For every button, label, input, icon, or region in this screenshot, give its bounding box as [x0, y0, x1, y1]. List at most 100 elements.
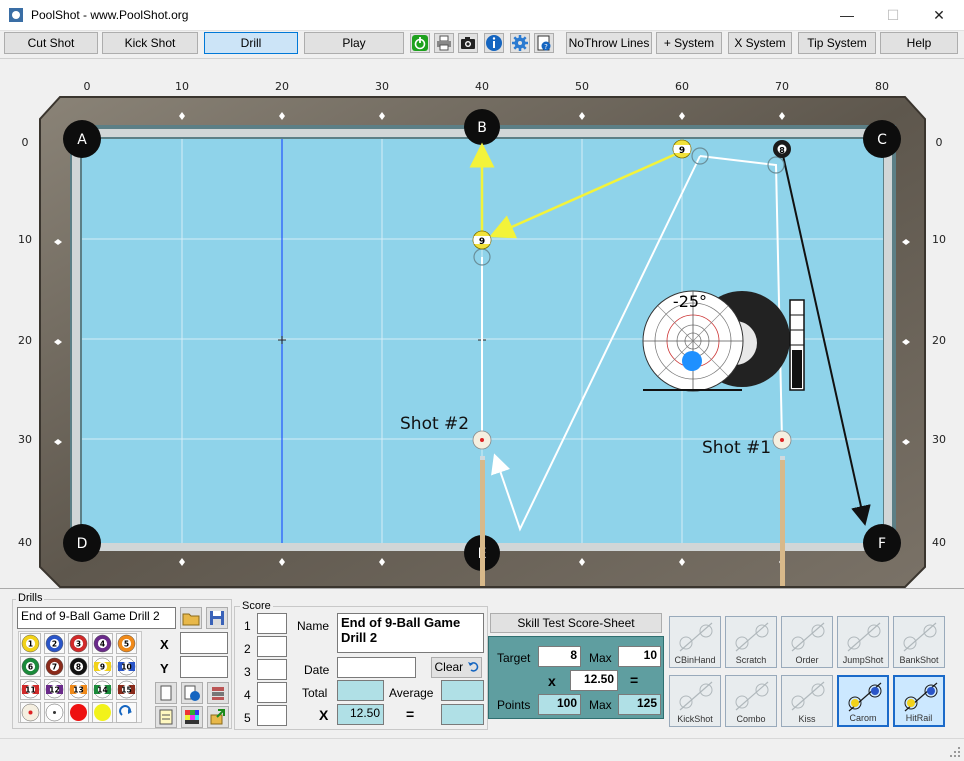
ball-7-button[interactable]: 7	[44, 656, 65, 677]
new-document-icon[interactable]	[155, 682, 177, 704]
nine-ball-top: 9	[672, 139, 692, 159]
score-row-label: 3	[244, 665, 251, 679]
ball-6-button[interactable]: 6	[20, 656, 41, 677]
date-field[interactable]	[337, 657, 416, 678]
score-row-input[interactable]	[257, 705, 287, 726]
skill-test-score-sheet-button[interactable]: Skill Test Score-Sheet	[490, 613, 662, 633]
skill-label: BankShot	[899, 655, 939, 665]
skill-carom-button[interactable]: Carom	[837, 675, 889, 727]
skill-label: JumpShot	[842, 655, 884, 665]
power-icon[interactable]	[410, 33, 430, 53]
help-document-icon[interactable]	[181, 682, 203, 704]
toolbar: Cut Shot Kick Shot Drill Play ? NoThrow …	[0, 31, 964, 58]
maximize-button[interactable]: ☐	[870, 0, 916, 31]
app-icon	[9, 8, 23, 22]
ball-3-button[interactable]: 3	[68, 633, 89, 654]
target-field[interactable]: 8	[538, 646, 581, 667]
status-bar	[0, 738, 964, 761]
ball-9-button[interactable]: 9	[92, 656, 113, 677]
y-coord-field[interactable]	[180, 656, 228, 678]
ball-2-button[interactable]: 2	[44, 633, 65, 654]
tip-system-button[interactable]: Tip System	[798, 32, 876, 54]
camera-icon[interactable]	[458, 33, 478, 53]
score-row-label: 5	[244, 711, 251, 725]
y-tick: 40	[18, 536, 32, 549]
x-coord-field[interactable]	[180, 632, 228, 654]
help-doc-icon[interactable]: ?	[534, 33, 554, 53]
ball-11-button[interactable]: 11	[20, 679, 41, 700]
eight-ball-number: 8	[779, 146, 785, 155]
points-label: Points	[497, 698, 531, 712]
skill-label: Kiss	[798, 714, 816, 724]
x-tick: 80	[875, 80, 889, 93]
ball-8-button[interactable]: 8	[68, 656, 89, 677]
ball-14-button[interactable]: 14	[92, 679, 113, 700]
score-row-input[interactable]	[257, 682, 287, 703]
skill-order-button[interactable]: Order	[781, 616, 833, 668]
skill-jumpshot-button[interactable]: JumpShot	[837, 616, 889, 668]
ball-5-button[interactable]: 5	[116, 633, 137, 654]
skill-kickshot-button[interactable]: KickShot	[669, 675, 721, 727]
equals-label: =	[406, 706, 415, 722]
ball-4-button[interactable]: 4	[92, 633, 113, 654]
skill-kiss-button[interactable]: Kiss	[781, 675, 833, 727]
print-icon[interactable]	[434, 33, 454, 53]
clear-button[interactable]: Clear	[431, 657, 482, 678]
skill-equals-label: =	[630, 672, 639, 688]
color-grid-icon[interactable]	[181, 706, 203, 728]
resize-grip-icon[interactable]	[950, 747, 960, 757]
play-button[interactable]: Play	[304, 32, 404, 54]
cue-stick-shot1	[780, 456, 785, 586]
save-disk-icon[interactable]	[206, 607, 228, 629]
drill-name-field[interactable]: End of 9-Ball Game Drill 2	[17, 607, 176, 629]
ball-12-button[interactable]: 12	[44, 679, 65, 700]
pool-table-canvas[interactable]: A B C D E F 0 10 20 30 40 50 60 70 80 0 …	[0, 58, 964, 588]
skill-combo-button[interactable]: Combo	[725, 675, 777, 727]
svg-text:4: 4	[100, 639, 105, 648]
score-name-field[interactable]: End of 9-Ball Game Drill 2	[337, 613, 484, 653]
drill-button[interactable]: Drill	[204, 32, 298, 54]
ball-10-button[interactable]: 10	[116, 656, 137, 677]
redo-icon[interactable]	[116, 702, 137, 723]
close-button[interactable]: ✕	[916, 0, 962, 31]
skill-label: Order	[795, 655, 819, 665]
red-ball-button[interactable]	[68, 702, 89, 723]
score-row-input[interactable]	[257, 659, 287, 680]
x-tick: 60	[675, 80, 689, 93]
score-row-input[interactable]	[257, 636, 287, 657]
skill-hitrail-button[interactable]: HitRail	[893, 675, 945, 727]
settings-icon[interactable]	[510, 33, 530, 53]
max-field[interactable]: 10	[618, 646, 661, 667]
cue-ball-button[interactable]	[20, 702, 41, 723]
score-result-field	[441, 704, 484, 725]
nothrow-lines-button[interactable]: NoThrow Lines	[566, 32, 652, 54]
ball-1-button[interactable]: 1	[20, 633, 41, 654]
ball-13-button[interactable]: 13	[68, 679, 89, 700]
plus-system-button[interactable]: + System	[656, 32, 722, 54]
skill-label: Combo	[736, 714, 766, 724]
kick-shot-button[interactable]: Kick Shot	[102, 32, 198, 54]
score-row-input[interactable]	[257, 613, 287, 634]
svg-text:12: 12	[49, 685, 59, 694]
white-ball-button[interactable]	[44, 702, 65, 723]
ball-15-button[interactable]: 15	[116, 679, 137, 700]
help-button[interactable]: Help	[880, 32, 958, 54]
skill-cbinhand-button[interactable]: CBinHand	[669, 616, 721, 668]
x-tick: 20	[275, 80, 289, 93]
minimize-button[interactable]: —	[824, 0, 870, 31]
notepad-icon[interactable]	[155, 706, 177, 728]
power-meter	[789, 299, 805, 391]
export-icon[interactable]	[207, 706, 229, 728]
info-icon[interactable]	[484, 33, 504, 53]
svg-text:13: 13	[73, 685, 83, 694]
x-system-button[interactable]: X System	[728, 32, 792, 54]
yellow-ball-button[interactable]	[92, 702, 113, 723]
score-group-label: Score	[240, 600, 273, 612]
stack-icon[interactable]	[207, 682, 229, 704]
skill-scratch-button[interactable]: Scratch	[725, 616, 777, 668]
skill-multiplier-field[interactable]: 12.50	[570, 670, 618, 691]
open-folder-icon[interactable]	[180, 607, 202, 629]
cut-shot-button[interactable]: Cut Shot	[4, 32, 98, 54]
svg-text:10: 10	[121, 662, 131, 671]
skill-bankshot-button[interactable]: BankShot	[893, 616, 945, 668]
